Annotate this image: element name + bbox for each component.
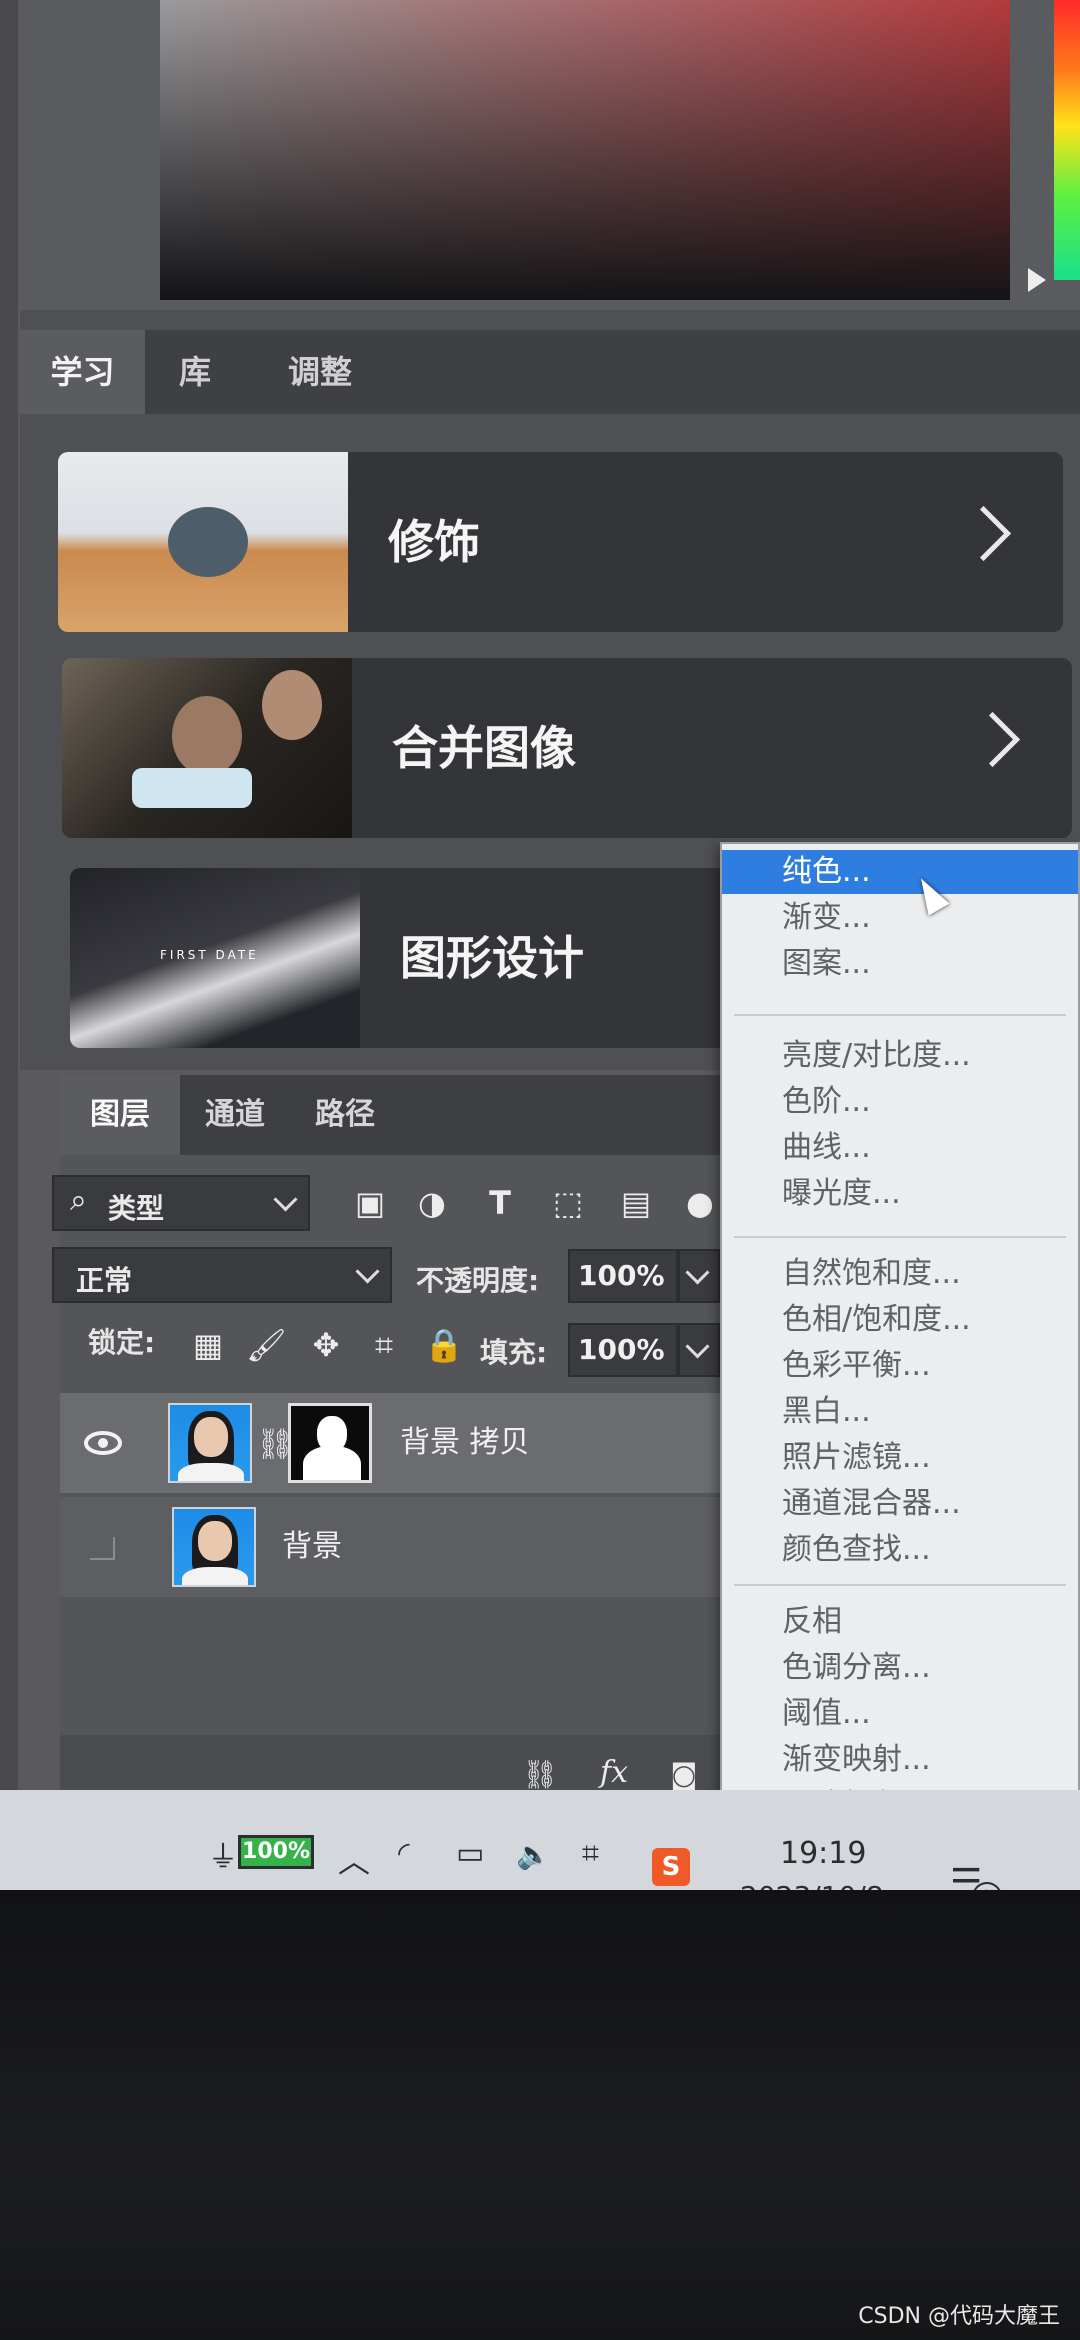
menu-item-levels[interactable]: 色阶... xyxy=(722,1080,1078,1124)
flower-image xyxy=(168,507,248,577)
fx-icon[interactable]: fx xyxy=(594,1753,634,1793)
add-mask-icon[interactable]: ◙ xyxy=(664,1755,704,1795)
battery-indicator[interactable]: 100% xyxy=(238,1835,314,1869)
opacity-label: 不透明度: xyxy=(416,1264,540,1297)
learn-card-retouch[interactable]: 修饰 xyxy=(58,452,1063,632)
hue-strip[interactable] xyxy=(1054,0,1080,280)
wifi-icon[interactable]: ◜ xyxy=(398,1836,410,1871)
watermark: CSDN @代码大魔王 xyxy=(858,2304,1060,2329)
type-layer-filter-icon[interactable]: T xyxy=(480,1183,520,1223)
person-image xyxy=(262,670,322,740)
power-plug-icon: ⏚ xyxy=(208,1840,238,1875)
ime-icon[interactable]: S xyxy=(652,1848,690,1886)
keyboard-tray-icon[interactable]: ⌗ xyxy=(582,1836,599,1871)
person-image xyxy=(172,696,242,776)
menu-item-posterize[interactable]: 色调分离... xyxy=(722,1646,1078,1690)
shape-layer-filter-icon[interactable]: ⬚ xyxy=(548,1183,588,1223)
layer-thumbnail[interactable] xyxy=(168,1403,252,1483)
lock-all-icon[interactable]: 🔒 xyxy=(424,1325,464,1365)
link-layers-icon[interactable]: ⛓ xyxy=(520,1755,560,1795)
color-panel xyxy=(18,0,1080,330)
menu-item-hue-saturation[interactable]: 色相/饱和度... xyxy=(722,1298,1078,1342)
card-title: 合并图像 xyxy=(392,721,576,775)
menu-item-channel-mixer[interactable]: 通道混合器... xyxy=(722,1482,1078,1526)
menu-item-solid-color[interactable]: 纯色... xyxy=(722,850,1078,894)
menu-item-color-lookup[interactable]: 颜色查找... xyxy=(722,1528,1078,1572)
hue-slider-marker[interactable] xyxy=(1028,268,1046,292)
layer-name[interactable]: 背景 拷贝 xyxy=(400,1393,530,1493)
menu-item-vibrance[interactable]: 自然饱和度... xyxy=(722,1252,1078,1296)
tab-library[interactable]: 库 xyxy=(145,330,245,414)
filter-kind-label: 类型 xyxy=(108,1192,165,1225)
menu-item-threshold[interactable]: 阈值... xyxy=(722,1692,1078,1736)
tray-expand-icon[interactable]: ︿ xyxy=(338,1836,370,1882)
chevron-down-icon xyxy=(355,1259,380,1284)
pixel-layer-filter-icon[interactable]: ▣ xyxy=(350,1183,390,1223)
menu-item-curves[interactable]: 曲线... xyxy=(722,1126,1078,1170)
monitor-bezel: CSDN @代码大魔王 xyxy=(0,1890,1080,2340)
thumbnail-caption: FIRST DATE xyxy=(160,948,259,962)
menu-item-black-white[interactable]: 黑白... xyxy=(722,1390,1078,1434)
layer-thumbnail[interactable] xyxy=(172,1507,256,1587)
smart-object-filter-icon[interactable]: ▤ xyxy=(616,1183,656,1223)
fill-label: 填充: xyxy=(480,1336,548,1369)
chevron-down-icon xyxy=(685,1334,710,1359)
menu-separator xyxy=(734,1014,1066,1016)
tab-channels[interactable]: 通道 xyxy=(180,1075,290,1155)
layer-filter-dropdown[interactable]: ⌕ 类型 xyxy=(52,1175,310,1231)
tab-layers[interactable]: 图层 xyxy=(60,1075,180,1155)
tab-adjustments[interactable]: 调整 xyxy=(245,330,395,414)
menu-item-exposure[interactable]: 曝光度... xyxy=(722,1172,1078,1216)
blend-mode-dropdown[interactable]: 正常 xyxy=(52,1247,392,1303)
layer-mask-thumbnail[interactable] xyxy=(288,1403,372,1483)
tab-learn[interactable]: 学习 xyxy=(20,330,145,414)
blend-mode-value: 正常 xyxy=(76,1264,133,1297)
search-icon: ⌕ xyxy=(70,1183,87,1218)
learn-tabbar: 学习 库 调整 xyxy=(20,330,1080,414)
light-image xyxy=(132,768,252,808)
visibility-eye-icon[interactable] xyxy=(78,1393,128,1493)
visibility-toggle-empty[interactable] xyxy=(78,1497,128,1597)
adjustment-layer-filter-icon[interactable]: ◑ xyxy=(412,1183,452,1223)
learn-card-combine[interactable]: 合并图像 xyxy=(62,658,1072,838)
layer-name[interactable]: 背景 xyxy=(282,1497,342,1597)
battery-icon[interactable]: ▭ xyxy=(456,1836,484,1871)
opacity-dropdown-button[interactable] xyxy=(678,1249,720,1303)
menu-separator xyxy=(734,1236,1066,1238)
menu-item-invert[interactable]: 反相 xyxy=(722,1600,1078,1644)
chevron-right-icon xyxy=(955,505,1012,562)
menu-item-pattern[interactable]: 图案... xyxy=(722,942,1078,986)
menu-item-gradient-map[interactable]: 渐变映射... xyxy=(722,1738,1078,1782)
menu-item-gradient[interactable]: 渐变... xyxy=(722,896,1078,940)
volume-icon[interactable]: 🔈 xyxy=(516,1838,551,1871)
adjustment-menu: 纯色... 渐变... 图案... 亮度/对比度... 色阶... 曲线... … xyxy=(720,842,1080,1823)
menu-separator xyxy=(734,1584,1066,1586)
menu-item-brightness-contrast[interactable]: 亮度/对比度... xyxy=(722,1034,1078,1078)
menu-item-photo-filter[interactable]: 照片滤镜... xyxy=(722,1436,1078,1480)
fill-input[interactable]: 100% xyxy=(568,1323,678,1377)
lock-image-pixels-icon[interactable]: 🖌 xyxy=(246,1325,287,1365)
chevron-right-icon xyxy=(964,711,1021,768)
lock-position-icon[interactable]: ✥ xyxy=(306,1325,346,1365)
tab-paths[interactable]: 路径 xyxy=(290,1075,400,1155)
menu-item-color-balance[interactable]: 色彩平衡... xyxy=(722,1344,1078,1388)
card-title: 修饰 xyxy=(388,515,480,569)
fill-dropdown-button[interactable] xyxy=(678,1323,720,1377)
monitor-screen: 学习 库 调整 修饰 合并图像 FIRST DATE 图形设计 图层 通道 路径… xyxy=(0,0,1080,1900)
lock-transparent-pixels-icon[interactable]: ▦ xyxy=(188,1325,228,1365)
card-thumbnail xyxy=(62,658,352,838)
filter-toggle-icon[interactable]: ● xyxy=(680,1183,720,1223)
card-thumbnail xyxy=(58,452,348,632)
opacity-input[interactable]: 100% xyxy=(568,1249,678,1303)
chevron-down-icon xyxy=(685,1260,710,1285)
color-saturation-field[interactable] xyxy=(160,0,1010,300)
chevron-down-icon xyxy=(273,1187,298,1212)
lock-label: 锁定: xyxy=(88,1326,156,1359)
card-thumbnail: FIRST DATE xyxy=(70,868,360,1048)
card-title: 图形设计 xyxy=(400,931,584,985)
panel-edge xyxy=(0,0,18,1800)
lock-artboard-icon[interactable]: ⌗ xyxy=(364,1325,404,1365)
clock-time[interactable]: 19:19 xyxy=(780,1836,866,1871)
